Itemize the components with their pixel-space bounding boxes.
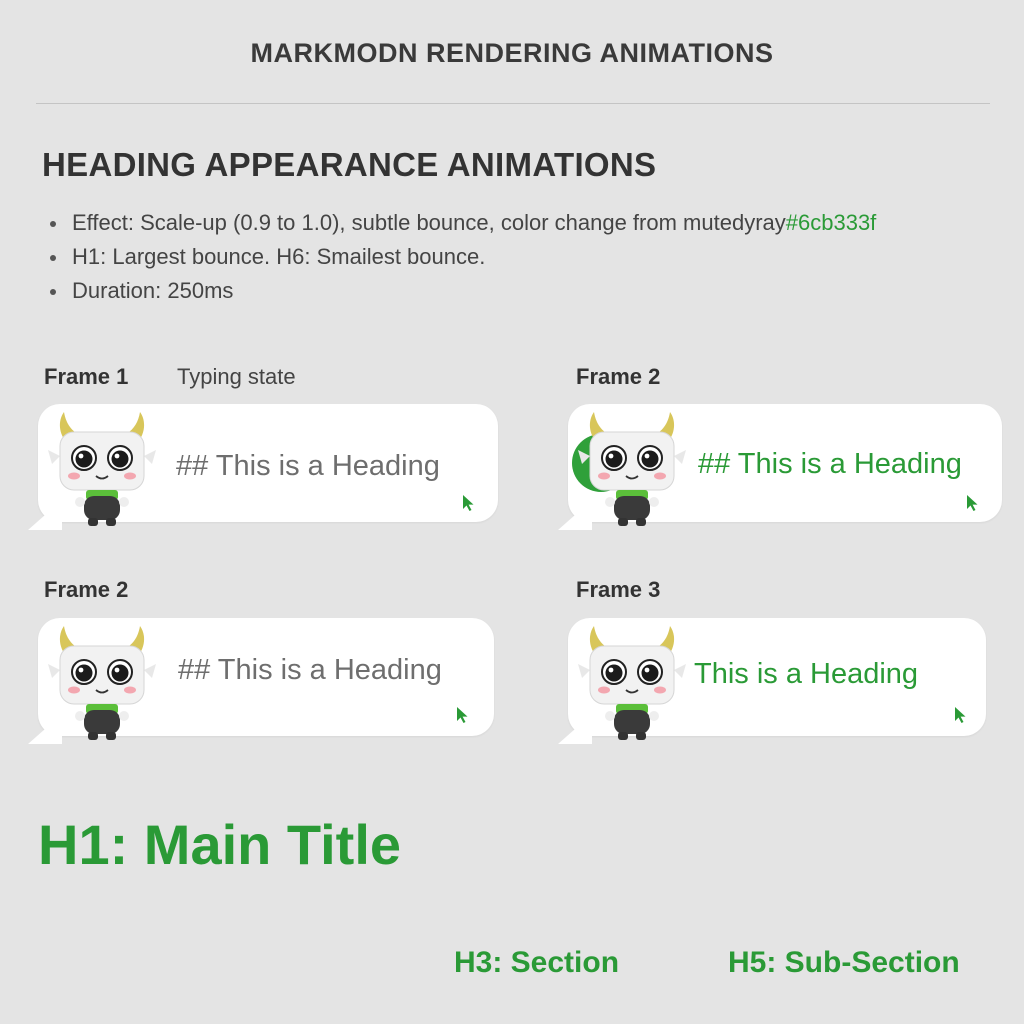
- mascot-icon: [576, 410, 688, 528]
- page-title: MARKMODN RENDERING ANIMATIONS: [250, 38, 774, 68]
- example-h5-subsection: H5: Sub-Section: [728, 946, 960, 979]
- spec-item-duration: Duration: 250ms: [42, 274, 876, 308]
- spec-item-text: Duration: 250ms: [72, 278, 234, 303]
- title-divider: [36, 103, 990, 104]
- heading-preview-text: ## This is a Heading: [178, 654, 442, 686]
- mascot: [46, 410, 158, 528]
- frame-label: Frame 2: [576, 364, 661, 389]
- spec-item-effect: Effect: Scale-up (0.9 to 1.0), subtle bo…: [42, 206, 876, 240]
- chat-bubble-frame-2: ## This is a Heading: [558, 404, 1002, 530]
- mascot-icon: [46, 624, 158, 742]
- chat-bubble-frame-3: This is a Heading: [558, 618, 986, 744]
- mascot: [576, 624, 688, 742]
- section-heading: HEADING APPEARANCE ANIMATIONS: [42, 146, 657, 183]
- frame-sublabel: Typing state: [177, 364, 296, 389]
- example-h3-section: H3: Section: [454, 946, 620, 979]
- example-h1-title: H1: Main Title: [38, 813, 402, 876]
- mouse-pointer-icon: [456, 706, 470, 724]
- spec-item-text: Effect: Scale-up (0.9 to 1.0), subtle bo…: [72, 210, 786, 235]
- heading-preview-text: This is a Heading: [694, 658, 919, 690]
- heading-preview-text: ## This is a Heading: [698, 448, 962, 480]
- mouse-pointer-icon: [966, 494, 980, 512]
- spec-list: Effect: Scale-up (0.9 to 1.0), subtle bo…: [42, 206, 876, 308]
- accent-color-code: #6cb333f: [785, 210, 877, 235]
- mascot: [46, 624, 158, 742]
- frame-label: Frame 3: [576, 577, 661, 602]
- mascot-icon: [576, 624, 688, 742]
- frame-label: Frame 2: [44, 577, 129, 602]
- spec-item-text: H1: Largest bounce. H6: Smailest bounce.: [72, 244, 486, 269]
- frame-label: Frame 1: [44, 364, 129, 389]
- spec-item-bounce: H1: Largest bounce. H6: Smailest bounce.: [42, 240, 876, 274]
- mascot-icon: [46, 410, 158, 528]
- mouse-pointer-icon: [954, 706, 968, 724]
- mouse-pointer-icon: [462, 494, 476, 512]
- chat-bubble-frame-1: ## This is a Heading: [28, 404, 498, 530]
- heading-preview-text: ## This is a Heading: [176, 450, 440, 482]
- mascot: [576, 410, 688, 528]
- chat-bubble-frame-2b: ## This is a Heading: [28, 618, 494, 744]
